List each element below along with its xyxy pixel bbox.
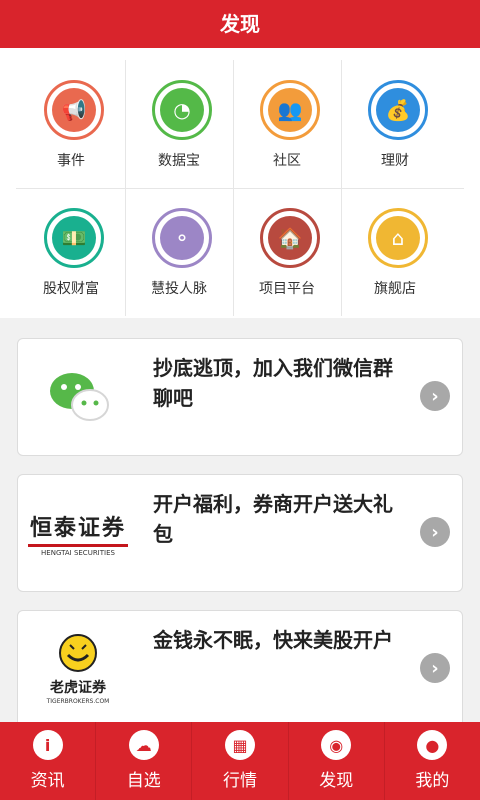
feature-events[interactable]: 📢 事件	[17, 60, 125, 188]
eye-icon: ◉	[321, 730, 352, 760]
nav-discover[interactable]: ◉ 发现	[289, 722, 385, 800]
flagship-icon: ⌂	[368, 208, 428, 268]
nav-news[interactable]: i 资讯	[0, 722, 97, 800]
card-title: 开户福利，券商开户送大礼包	[153, 492, 393, 546]
money-bag-icon: 💰	[368, 80, 428, 140]
feature-community[interactable]: 👥 社区	[233, 60, 341, 188]
feature-flagship-store[interactable]: ⌂ 旗舰店	[341, 188, 449, 316]
people-icon: 👥	[260, 80, 320, 140]
bottom-navigation: i 资讯 ☁ 自选 ▦ 行情 ◉ 发现 ● 我的	[0, 722, 480, 800]
network-icon: ⚬	[152, 208, 212, 268]
user-icon: ●	[417, 730, 448, 760]
card-title: 金钱永不眠，快来美股开户	[153, 628, 393, 652]
wechat-icon	[18, 339, 138, 455]
feature-network[interactable]: ⚬ 慧投人脉	[125, 188, 233, 316]
megaphone-icon: 📢	[44, 80, 104, 140]
chevron-right-icon[interactable]: ›	[420, 653, 450, 683]
wechat-group-card[interactable]: 抄底逃顶，加入我们微信群聊吧 ›	[17, 338, 463, 456]
cash-hand-icon: 💵	[44, 208, 104, 268]
info-icon: i	[32, 730, 63, 760]
hengtai-logo: 恒泰证券 HENGTAI SECURITIES	[28, 515, 128, 557]
nav-watchlist[interactable]: ☁ 自选	[96, 722, 193, 800]
house-icon: 🏠	[260, 208, 320, 268]
feature-wealth-management[interactable]: 💰 理财	[341, 60, 449, 188]
feature-data-treasure[interactable]: ◔ 数据宝	[125, 60, 233, 188]
page-header: 发现	[0, 0, 480, 48]
chevron-right-icon[interactable]: ›	[420, 381, 450, 411]
tiger-icon	[59, 634, 97, 672]
nav-profile[interactable]: ● 我的	[385, 722, 480, 800]
pie-chart-icon: ◔	[152, 80, 212, 140]
feature-equity-wealth[interactable]: 💵 股权财富	[17, 188, 125, 316]
feature-project-platform[interactable]: 🏠 项目平台	[233, 188, 341, 316]
page-title: 发现	[220, 12, 260, 36]
chevron-right-icon[interactable]: ›	[420, 517, 450, 547]
hengtai-account-card[interactable]: 恒泰证券 HENGTAI SECURITIES 开户福利，券商开户送大礼包 ›	[17, 474, 463, 592]
tiger-brokers-logo: 老虎证券 TIGERBROKERS.COM	[18, 611, 138, 727]
nav-market[interactable]: ▦ 行情	[192, 722, 289, 800]
cloud-icon: ☁	[128, 730, 159, 760]
card-title: 抄底逃顶，加入我们微信群聊吧	[153, 356, 393, 410]
feature-grid: 📢 事件 ◔ 数据宝 👥 社区 💰 理财 💵 股权财富 ⚬ 慧投人脉 🏠 项目平…	[0, 48, 480, 318]
grid-icon: ▦	[225, 730, 255, 760]
